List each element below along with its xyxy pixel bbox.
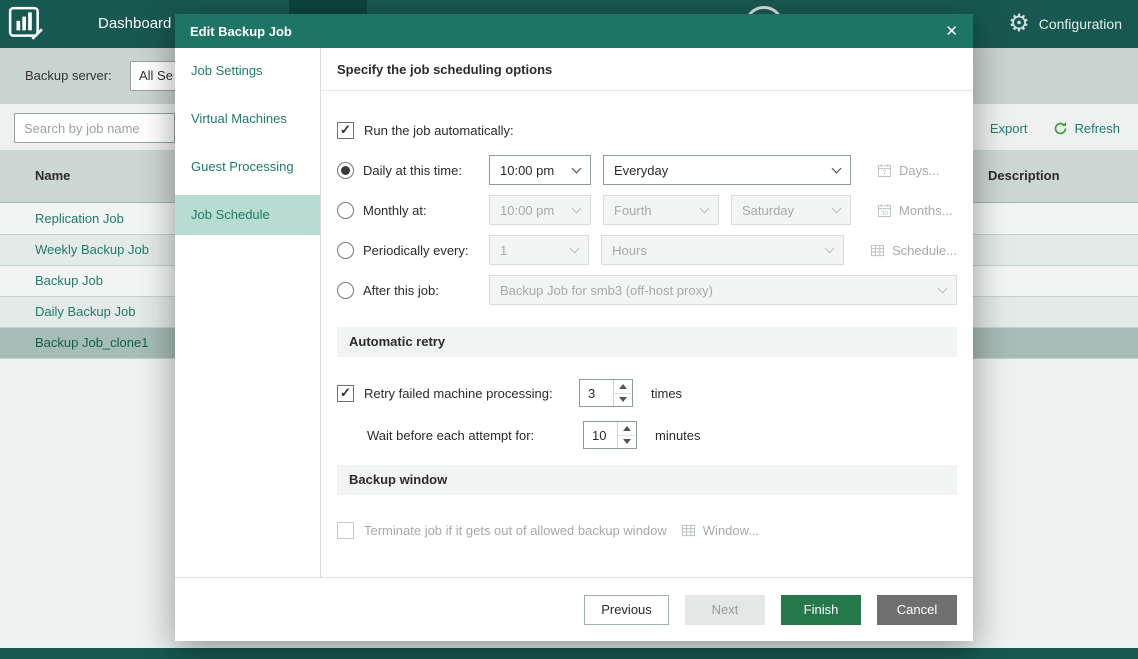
terminate-checkbox[interactable] [337, 522, 354, 539]
spin-down-icon[interactable] [618, 436, 635, 449]
retry-count-field[interactable] [580, 380, 613, 406]
nav-dashboard[interactable]: Dashboard [98, 0, 171, 48]
days-button[interactable]: 7 Days... [877, 163, 939, 178]
terminate-label: Terminate job if it gets out of allowed … [364, 523, 667, 538]
wait-label: Wait before each attempt for: [367, 428, 583, 443]
daily-time-select[interactable]: 10:00 pm [489, 155, 591, 185]
dialog-nav: Job Settings Virtual Machines Guest Proc… [175, 48, 321, 577]
nav-item-job-schedule[interactable]: Job Schedule [175, 195, 320, 235]
months-button[interactable]: 30 Months... [877, 203, 952, 218]
spin-up-icon[interactable] [618, 422, 635, 436]
close-icon[interactable]: ✕ [945, 24, 958, 39]
configuration-label: Configuration [1039, 16, 1122, 32]
spin-down-icon[interactable] [614, 394, 631, 407]
dialog-header: Edit Backup Job ✕ [175, 14, 973, 48]
app-logo-icon[interactable] [8, 6, 44, 42]
automatic-retry-section-header: Automatic retry [337, 327, 957, 357]
periodically-label: Periodically every: [363, 243, 489, 258]
edit-backup-job-dialog: Edit Backup Job ✕ Job Settings Virtual M… [175, 14, 973, 641]
run-automatically-checkbox[interactable] [337, 122, 354, 139]
periodic-value-select[interactable]: 1 [489, 235, 589, 265]
dialog-content: Specify the job scheduling options Run t… [321, 48, 973, 577]
wait-unit-label: minutes [655, 428, 701, 443]
schedule-button[interactable]: Schedule... [870, 243, 957, 258]
table-actions: Export Refresh [990, 113, 1120, 143]
backup-server-label: Backup server: [25, 48, 112, 104]
chevron-down-icon [825, 243, 835, 253]
after-job-select[interactable]: Backup Job for smb3 (off-host proxy) [489, 275, 957, 305]
chevron-down-icon [832, 163, 842, 173]
refresh-icon [1053, 121, 1068, 136]
backup-window-section-header: Backup window [337, 465, 957, 495]
spin-up-icon[interactable] [614, 380, 631, 394]
svg-text:7: 7 [883, 170, 887, 177]
column-header-description[interactable]: Description [988, 150, 1060, 202]
svg-text:30: 30 [881, 210, 888, 217]
calendar-months-icon: 30 [877, 203, 892, 218]
nav-configuration[interactable]: ⚙ Configuration [1008, 0, 1122, 48]
monthly-week-select[interactable]: Fourth [603, 195, 719, 225]
retry-count-input [579, 379, 633, 407]
export-link[interactable]: Export [990, 121, 1028, 136]
gear-icon: ⚙ [1008, 12, 1030, 36]
dialog-footer: Previous Next Finish Cancel [175, 578, 973, 641]
wait-minutes-input [583, 421, 637, 449]
retry-label: Retry failed machine processing: [364, 386, 579, 401]
periodic-unit-select[interactable]: Hours [601, 235, 844, 265]
dialog-title: Edit Backup Job [190, 24, 945, 39]
run-automatically-label: Run the job automatically: [364, 123, 514, 138]
window-grid-icon [681, 523, 696, 538]
refresh-label: Refresh [1074, 121, 1120, 136]
after-job-label: After this job: [363, 283, 489, 298]
daily-label: Daily at this time: [363, 163, 489, 178]
chevron-down-icon [572, 163, 582, 173]
monthly-label: Monthly at: [363, 203, 489, 218]
screen: Dashboard ⚙ Configuration Backup server:… [0, 0, 1138, 659]
chevron-down-icon [938, 283, 948, 293]
chevron-down-icon [832, 203, 842, 213]
chevron-down-icon [700, 203, 710, 213]
wait-minutes-field[interactable] [584, 422, 617, 448]
monthly-day-select[interactable]: Saturday [731, 195, 851, 225]
nav-item-job-settings[interactable]: Job Settings [175, 51, 320, 91]
after-job-radio[interactable] [337, 282, 354, 299]
finish-button[interactable]: Finish [781, 595, 861, 625]
retry-checkbox[interactable] [337, 385, 354, 402]
nav-item-guest-processing[interactable]: Guest Processing [175, 147, 320, 187]
monthly-radio[interactable] [337, 202, 354, 219]
next-button[interactable]: Next [685, 595, 765, 625]
retry-unit-label: times [651, 386, 682, 401]
daily-radio[interactable] [337, 162, 354, 179]
periodically-radio[interactable] [337, 242, 354, 259]
calendar-days-icon: 7 [877, 163, 892, 178]
search-input[interactable] [14, 113, 175, 143]
schedule-grid-icon [870, 243, 885, 258]
monthly-time-select[interactable]: 10:00 pm [489, 195, 591, 225]
cancel-button[interactable]: Cancel [877, 595, 957, 625]
bottom-bar [0, 648, 1138, 659]
window-button[interactable]: Window... [681, 523, 759, 538]
daily-days-select[interactable]: Everyday [603, 155, 851, 185]
nav-item-virtual-machines[interactable]: Virtual Machines [175, 99, 320, 139]
previous-button[interactable]: Previous [584, 595, 669, 625]
backup-server-value: All Se [139, 68, 173, 83]
content-heading: Specify the job scheduling options [321, 48, 973, 91]
refresh-link[interactable]: Refresh [1053, 121, 1120, 136]
column-header-name[interactable]: Name [35, 150, 70, 202]
chevron-down-icon [572, 203, 582, 213]
chevron-down-icon [570, 243, 580, 253]
